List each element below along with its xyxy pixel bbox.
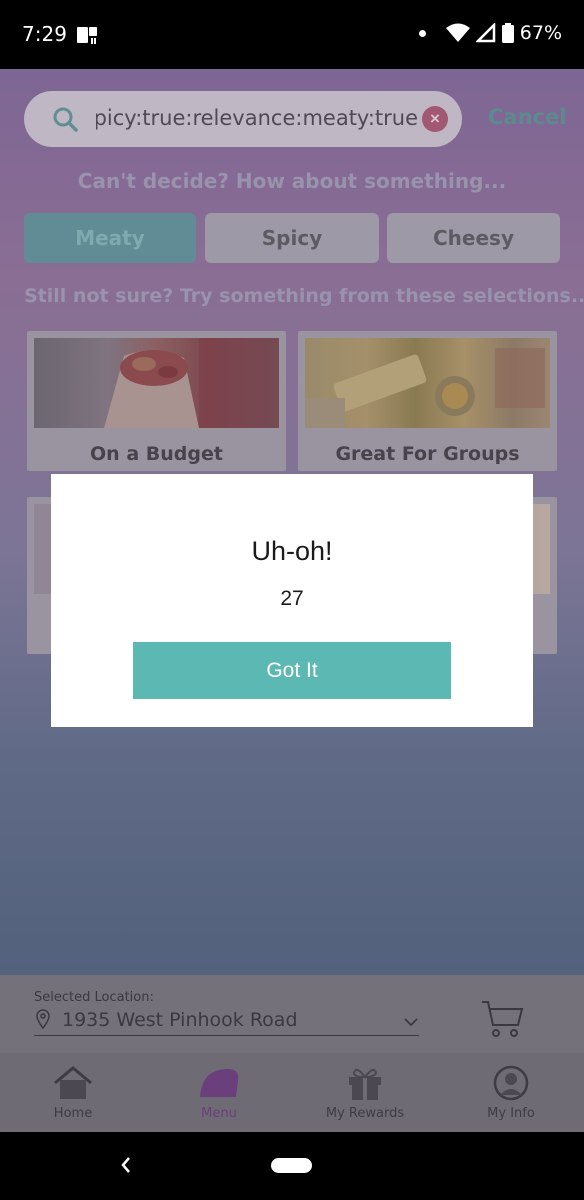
home-pill[interactable] [271, 1158, 312, 1173]
back-icon[interactable] [118, 1154, 132, 1176]
choice-meaty[interactable]: Meaty [24, 213, 196, 263]
selection-card[interactable]: On a Budget [27, 331, 286, 471]
card-title: Great For Groups [335, 443, 520, 465]
choice-cheesy[interactable]: Cheesy [387, 213, 560, 263]
suggestion-prompt: Can't decide? How about something... [77, 169, 507, 193]
location-pin-icon [36, 1009, 50, 1029]
search-input[interactable]: spicy:true:relevance:meaty:true [96, 106, 418, 130]
clear-icon[interactable]: × [422, 106, 448, 132]
nav-label: Menu [201, 1106, 237, 1121]
home-icon [54, 1066, 92, 1099]
choice-spicy[interactable]: Spicy [205, 213, 379, 263]
location-select[interactable]: 1935 West Pinhook Road [62, 1009, 298, 1031]
search-bar[interactable]: spicy:true:relevance:meaty:true × [24, 91, 462, 147]
card-title: On a Budget [90, 443, 223, 465]
nav-label: Home [53, 1106, 93, 1121]
bottom-nav: Home Menu My Rewards My Info [0, 1053, 584, 1132]
nav-item-menu[interactable]: Menu [146, 1053, 292, 1132]
card-image [34, 338, 279, 428]
wifi-icon [445, 23, 470, 42]
gift-icon [349, 1068, 381, 1100]
status-indicators: 67% [418, 22, 562, 44]
nav-label: My Info [487, 1106, 535, 1121]
nav-item-home[interactable]: Home [0, 1053, 146, 1132]
location-label: Selected Location: [34, 990, 154, 1005]
notification-icon [77, 27, 97, 44]
cancel-button[interactable]: Cancel [488, 105, 566, 129]
selection-card[interactable]: Great For Groups [298, 331, 557, 471]
battery-icon [501, 23, 514, 43]
card-image [305, 338, 550, 428]
status-bar: 7:29 67% [0, 0, 584, 69]
taco-icon [200, 1069, 239, 1097]
alert-dialog: Uh-oh! 27 Got It [51, 474, 533, 727]
cart-icon[interactable] [480, 999, 524, 1039]
got-it-button[interactable]: Got It [133, 642, 451, 699]
dot-icon [418, 29, 426, 37]
location-underline [34, 1035, 419, 1036]
signal-icon [475, 23, 496, 43]
location-bar: Selected Location: 1935 West Pinhook Roa… [0, 975, 584, 1053]
status-time: 7:29 [22, 22, 67, 46]
user-icon [493, 1065, 529, 1101]
dialog-message: 27 [280, 587, 304, 610]
nav-label: My Rewards [325, 1106, 405, 1121]
nav-item-info[interactable]: My Info [438, 1053, 584, 1132]
chevron-down-icon[interactable] [404, 1017, 418, 1027]
burrito-image [104, 338, 279, 428]
dialog-title: Uh-oh! [251, 536, 333, 566]
search-icon [53, 107, 78, 132]
nav-item-rewards[interactable]: My Rewards [292, 1053, 438, 1132]
selections-prompt: Still not sure? Try something from these… [24, 285, 584, 307]
system-nav-bar [0, 1132, 584, 1200]
battery-percent: 67% [519, 22, 562, 44]
food-platter-image [305, 348, 545, 428]
